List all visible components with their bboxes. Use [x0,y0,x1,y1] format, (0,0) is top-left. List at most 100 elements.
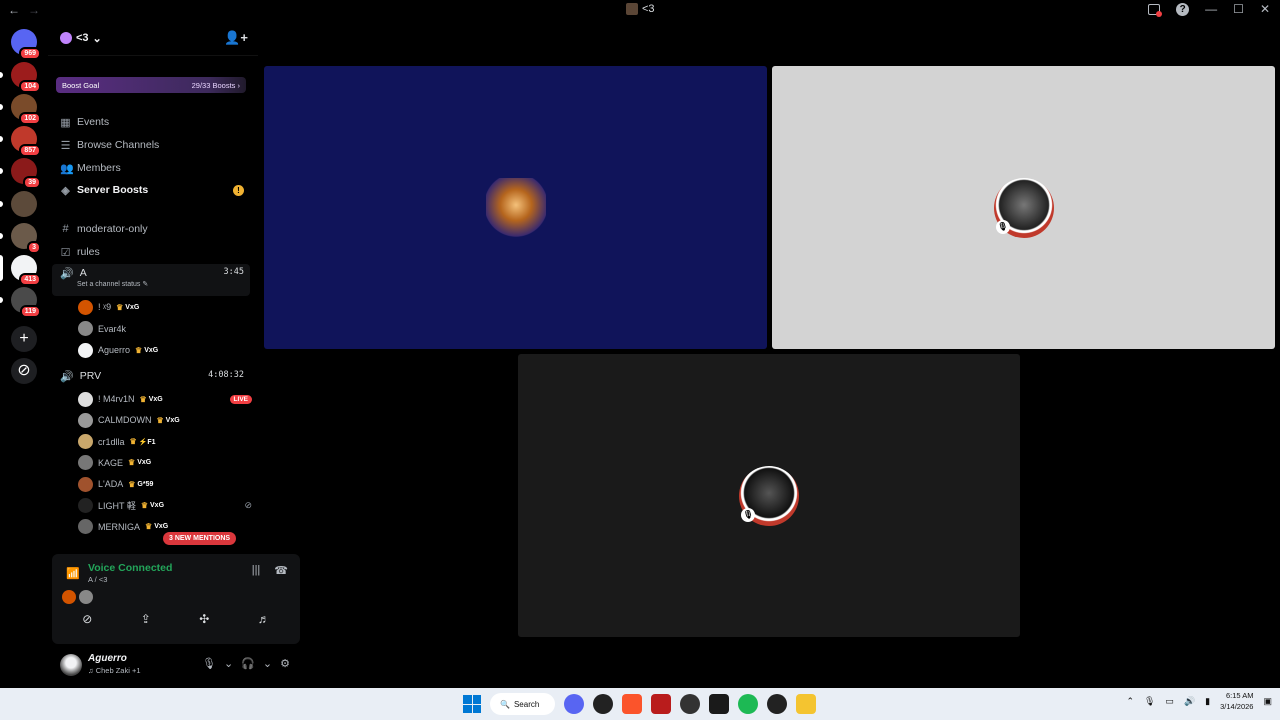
clan-tag-text: ⚡F1 [138,438,156,446]
server-icon[interactable]: 39 [0,158,41,189]
close-button[interactable]: ✕ [1260,2,1270,16]
hashtag-icon: # [62,223,69,235]
server-icon[interactable] [0,191,37,217]
start-icon[interactable] [463,695,481,713]
search-box[interactable]: 🔍 Search [490,693,555,715]
avatar [78,476,93,492]
new-mentions-pill[interactable]: 3 NEW MENTIONS [163,532,237,545]
avatar[interactable] [79,590,93,604]
clan-tag: ♛ G*59 [128,480,153,489]
clan-tag-text: VxG [144,346,159,354]
windows-taskbar: 🔍 Search ⌃ 🎙 ▭ 🔊 ▮ 6:15 AM 3/14/2026 ▣ [0,688,1280,720]
brave-taskbar-icon[interactable] [622,694,642,714]
system-clock[interactable]: 6:15 AM 3/14/2026 [1220,690,1253,712]
network-icon[interactable]: ▭ [1165,696,1174,707]
spotify-taskbar-icon[interactable] [738,694,758,714]
signal-icon[interactable]: 📶 [66,567,80,580]
search-icon: 🔍 [500,699,510,709]
voice-member[interactable]: L'ADA ♛ G*59 [78,474,248,494]
app-taskbar-icon[interactable] [593,694,613,714]
voice-member[interactable]: CALMDOWN ♛ VxG [78,410,248,430]
nav-events-label: Events [77,116,110,128]
voice-member[interactable]: KAGE ♛ VxG [78,453,248,473]
mention-badge: 119 [19,305,41,318]
camera-off-icon[interactable]: ⊘ [82,612,92,626]
obs-taskbar-icon[interactable] [680,694,700,714]
app-taskbar-icon[interactable] [767,694,787,714]
add-server-icon[interactable]: + [11,326,37,352]
avatar[interactable] [60,654,82,676]
server-icon[interactable]: 857 [0,126,41,157]
volume-icon[interactable]: 🔊 [1184,696,1195,707]
voice-member[interactable]: Aguerro ♛ VxG [78,340,248,360]
noise-suppression-icon[interactable]: ||| [252,564,261,577]
chevron-down-icon[interactable]: ⌄ [224,657,233,670]
soundboard-icon[interactable]: ♬ [258,612,270,626]
voice-channel-a[interactable]: 🔊 A 3:45 Set a channel status ✎ [52,264,250,296]
back-arrow-icon[interactable]: ← [8,3,20,17]
headphones-icon[interactable]: 🎧 [241,657,255,670]
server-header[interactable]: <3 ⌄ 👤+ [48,21,258,56]
video-tile-3[interactable]: 🎙 [518,354,1020,637]
clan-tag: ♛ ⚡F1 [130,437,156,446]
server-icon[interactable]: 102 [0,94,41,125]
server-rail: 119 413 3 39 857 102 104 969 + ⊘ [0,21,48,688]
invite-people-icon[interactable]: 👤+ [224,30,248,46]
voice-member[interactable]: ! ᵡ9 ♛ VxG [78,297,248,317]
boost-goal-bar[interactable]: Boost Goal 29/33 Boosts › [56,77,246,93]
calendar-icon: ▦ [60,116,71,129]
help-icon[interactable]: ? [1176,2,1190,16]
nav-events[interactable]: ▦ Events [56,112,250,132]
server-icon[interactable]: 3 [0,223,41,254]
minimize-button[interactable]: — [1205,2,1217,16]
channel-moderator-only[interactable]: # moderator-only [56,219,250,239]
chevron-down-icon[interactable]: ⌄ [263,657,272,670]
server-icon[interactable]: 119 [0,287,41,318]
voice-channel-prv[interactable]: 🔊 PRV 4:08:32 [52,367,250,387]
screen-share-icon[interactable]: ⇪ [141,612,151,626]
voice-connected-subtitle[interactable]: A / <3 [88,575,107,584]
list-icon: ☰ [60,139,71,152]
discover-icon[interactable]: ⊘ [11,358,37,384]
microphone-icon[interactable]: 🎙 [1144,696,1155,707]
file-explorer-taskbar-icon[interactable] [796,694,816,714]
clan-tag: ♛ VxG [128,458,151,467]
nav-members[interactable]: 👥 Members [56,158,250,178]
inbox-icon[interactable] [1148,3,1163,17]
forward-arrow-icon[interactable]: → [28,3,40,17]
voice-member[interactable]: ! M4rv1N ♛ VxG LIVE [78,389,252,409]
adobe-taskbar-icon[interactable] [651,694,671,714]
nav-server-boosts[interactable]: ◈ Server Boosts ! [56,180,250,200]
channel-rules[interactable]: ☑ rules [56,242,250,262]
server-icon[interactable]: 969 [11,29,41,60]
server-icon[interactable]: 413 [0,255,41,286]
video-tile-1[interactable] [264,66,767,349]
microphone-icon[interactable]: 🎙 [202,657,216,670]
live-badge[interactable]: LIVE [229,394,252,404]
battery-icon[interactable]: ▮ [1205,696,1210,707]
nav-browse-channels[interactable]: ☰ Browse Channels [56,135,250,155]
avatar[interactable] [62,590,76,604]
mention-badge: 39 [23,176,41,189]
notification-icon[interactable]: ▣ [1263,696,1272,707]
server-icon[interactable]: 104 [0,62,41,93]
video-tile-2[interactable]: 🎙 [772,66,1275,349]
gear-icon[interactable]: ⚙ [280,657,290,670]
voice-participants [62,590,93,604]
crown-icon: ♛ [140,501,149,510]
clan-tag-text: G*59 [137,480,154,488]
voice-member[interactable]: LIGHT 軽 ♛ VxG ⊘ [78,496,252,516]
disconnect-icon[interactable]: ☎ [274,564,288,577]
capcut-taskbar-icon[interactable] [709,694,729,714]
username[interactable]: Aguerro [88,653,127,664]
channel-status[interactable]: Set a channel status ✎ [52,280,250,288]
activities-icon[interactable]: ✣ [199,612,209,626]
voice-member[interactable]: Evar4k [78,319,248,339]
channel-label: rules [77,246,100,258]
maximize-button[interactable]: ☐ [1233,2,1244,16]
clan-tag-text: VxG [165,416,180,424]
voice-member[interactable]: cr1dlla ♛ ⚡F1 [78,432,248,452]
discord-taskbar-icon[interactable] [564,694,584,714]
chevron-up-icon[interactable]: ⌃ [1126,696,1134,707]
member-name: CALMDOWN [98,415,152,426]
